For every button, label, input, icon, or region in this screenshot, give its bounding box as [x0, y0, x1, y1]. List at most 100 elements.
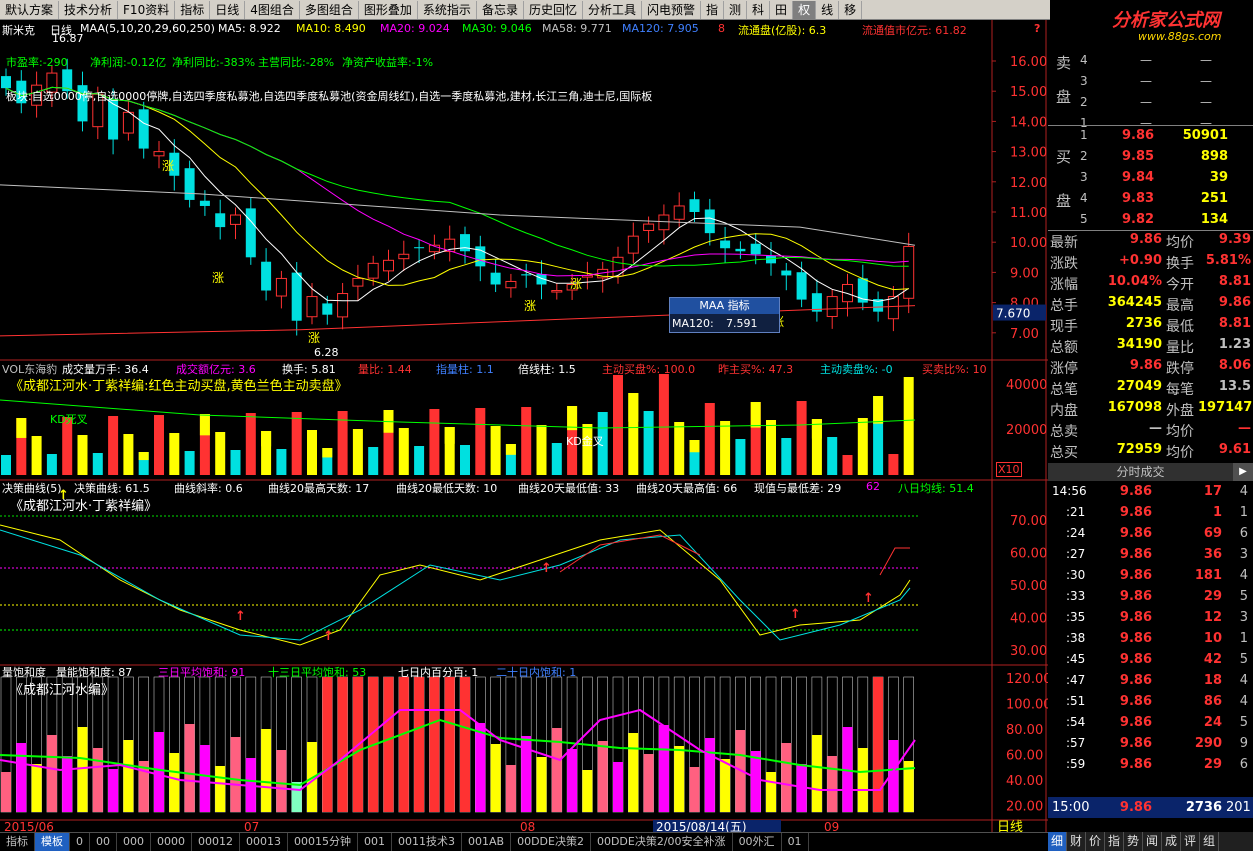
right-tab-1[interactable]: 财 [1067, 832, 1086, 851]
toolbar-item-15[interactable]: 科 [747, 0, 771, 19]
tick-count-8: 5 [1239, 652, 1248, 667]
stat-label-8b: 外盘 [1166, 403, 1194, 419]
tick-count-3: 3 [1239, 547, 1248, 562]
toolbar-item-8[interactable]: 系统指示 [418, 0, 477, 19]
status-tab-1[interactable]: 模板 [35, 833, 70, 851]
toolbar-item-3[interactable]: 指标 [175, 0, 211, 19]
toolbar-item-18[interactable]: 线 [816, 0, 840, 19]
toolbar-item-12[interactable]: 闪电预警 [642, 0, 701, 19]
status-tab-10[interactable]: 0011技术3 [392, 833, 462, 851]
stat-value-8a: 167098 [1107, 400, 1162, 415]
toolbar-item-1[interactable]: 技术分析 [59, 0, 119, 19]
toolbar-item-14[interactable]: 测 [724, 0, 748, 19]
saturation-subtitle: 《成都江河水编》 [10, 683, 115, 698]
volume-bar [352, 429, 363, 475]
volume-bar [735, 439, 746, 475]
right-tab-4[interactable]: 势 [1124, 832, 1143, 851]
stat-value-6a: 9.86 [1129, 358, 1162, 373]
vol-prev-buy: 昨主买%: 47.3 [718, 363, 794, 376]
vol-subtitle: 《成都江河水·丁紫祥编:红色主动买盘,黄色兰色主动卖盘》 [10, 379, 348, 394]
volume-bar [460, 445, 470, 475]
stat-label-3b: 最高 [1166, 298, 1194, 314]
help-icon[interactable]: ? [1034, 22, 1040, 35]
tick-time-8: :45 [1066, 652, 1086, 666]
right-tab-6[interactable]: 成 [1162, 832, 1181, 851]
status-tab-9[interactable]: 001 [358, 833, 392, 851]
volume-bar [429, 409, 440, 475]
tick-time-2: :24 [1066, 526, 1086, 540]
maa-tooltip-label: MA120: [672, 317, 714, 330]
main-chart-area[interactable]: 16.00 15.00 14.00 13.00 12.00 11.00 10.00 9.00 8… [0, 20, 1048, 832]
status-tab-13[interactable]: 00DDE决策2/00安全补涨 [591, 833, 733, 851]
toolbar-item-10[interactable]: 历史回忆 [524, 0, 583, 19]
status-tab-2[interactable]: 0 [70, 833, 90, 851]
stat-value-10a: 72959 [1116, 442, 1162, 457]
volume-bar [873, 396, 884, 475]
toolbar-item-4[interactable]: 日线 [210, 0, 246, 19]
sell-level-4: 4 [1080, 53, 1088, 67]
volume-bar [842, 455, 853, 475]
ticks-expand-icon[interactable]: ▶ [1233, 463, 1253, 481]
toolbar-item-16[interactable]: 田 [770, 0, 794, 19]
right-tab-5[interactable]: 闻 [1143, 832, 1162, 851]
roe: 净资产收益率:-1% [342, 56, 434, 69]
saturation-tick-2: 80.00 [1006, 723, 1043, 738]
pe-ratio: 市盈率:-290 [6, 56, 68, 69]
toolbar-item-7[interactable]: 图形叠加 [359, 0, 418, 19]
tick-price-13: 9.86 [1119, 757, 1152, 772]
toolbar-item-13[interactable]: 指 [701, 0, 725, 19]
status-tab-12[interactable]: 00DDE决策2 [511, 833, 591, 851]
stat-value-6b: 8.06 [1218, 358, 1251, 373]
status-tab-0[interactable]: 指标 [0, 833, 35, 851]
status-tab-4[interactable]: 000 [117, 833, 151, 851]
buy-level-4: 4 [1080, 191, 1088, 205]
volume-bar [123, 434, 134, 475]
volume-bar [230, 450, 241, 475]
status-tab-11[interactable]: 001AB [462, 833, 512, 851]
status-tab-7[interactable]: 00013 [240, 833, 288, 851]
saturation-20day: 二十日内饱和: 1 [496, 666, 577, 679]
volume-bar [307, 430, 317, 475]
stat-value-4a: 2736 [1125, 316, 1162, 331]
stat-value-10b: 9.61 [1218, 442, 1251, 457]
right-tab-3[interactable]: 指 [1105, 832, 1124, 851]
toolbar-item-0[interactable]: 默认方案 [0, 0, 60, 19]
maa-tooltip-title: MAA 指标 [670, 298, 779, 314]
tick-price-4: 9.86 [1119, 568, 1152, 583]
saturation-bar [413, 676, 425, 813]
toolbar-item-6[interactable]: 多图组合 [300, 0, 359, 19]
toolbar-item-9[interactable]: 备忘录 [477, 0, 524, 19]
price-tick-2: 14.00 [1010, 115, 1047, 130]
toolbar-item-17[interactable]: 权 [793, 0, 817, 19]
right-tab-2[interactable]: 价 [1086, 832, 1105, 851]
x10-badge[interactable]: X10 [996, 462, 1022, 477]
toolbar-item-19[interactable]: 移 [839, 0, 863, 19]
stat-label-1a: 涨跌 [1050, 256, 1078, 272]
toolbar-item-11[interactable]: 分析工具 [583, 0, 642, 19]
right-tab-8[interactable]: 组 [1200, 832, 1219, 851]
toolbar-item-5[interactable]: 4图组合 [245, 0, 300, 19]
status-tab-8[interactable]: 00015分钟 [288, 833, 358, 851]
stat-label-6a: 涨停 [1050, 361, 1078, 377]
tick-count-4: 4 [1239, 568, 1248, 583]
decision-diff: 现值与最低差: 29 [754, 482, 842, 495]
date-label-2: 08 [520, 820, 535, 832]
volume-bar [199, 414, 210, 475]
status-tab-15[interactable]: 01 [782, 833, 809, 851]
status-tab-5[interactable]: 0000 [151, 833, 192, 851]
right-tab-0[interactable]: 细 [1048, 832, 1067, 851]
sell-label-1: 卖 [1056, 54, 1072, 72]
saturation-tick-1: 100.00 [1006, 698, 1048, 713]
status-tab-3[interactable]: 00 [90, 833, 117, 851]
saturation-tick-5: 20.00 [1006, 800, 1043, 815]
tick-price-0: 9.86 [1119, 484, 1152, 499]
buy-price-4: 9.83 [1122, 191, 1155, 206]
stat-label-10b: 均价 [1166, 445, 1194, 461]
status-tab-14[interactable]: 00外汇 [733, 833, 782, 851]
price-tick-1: 15.00 [1010, 85, 1047, 100]
status-tab-6[interactable]: 00012 [192, 833, 240, 851]
right-tab-7[interactable]: 评 [1181, 832, 1200, 851]
toolbar-item-2[interactable]: F10资料 [118, 0, 176, 19]
tick-time-0: 14:56 [1052, 484, 1087, 498]
stat-value-1b: 5.81% [1205, 253, 1251, 268]
